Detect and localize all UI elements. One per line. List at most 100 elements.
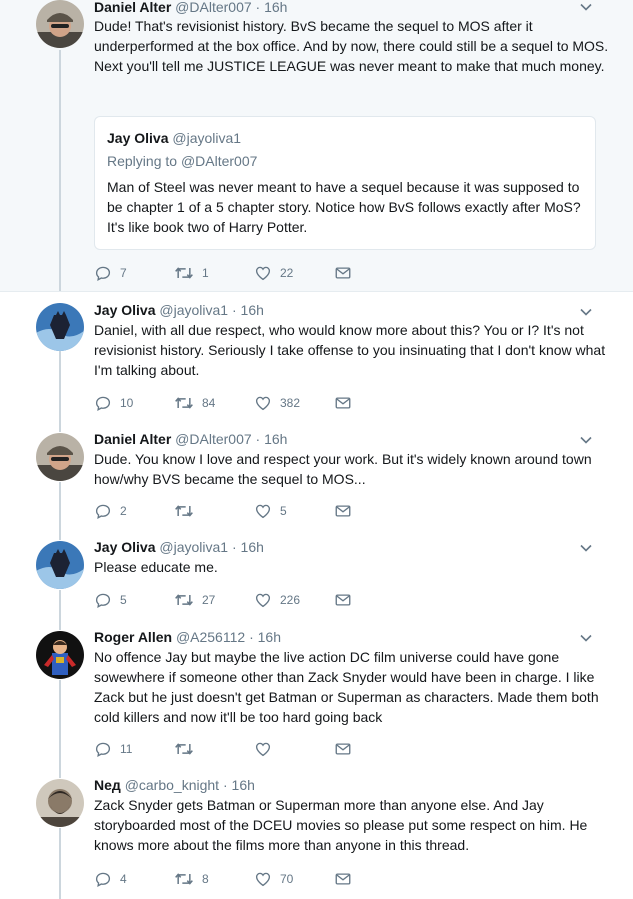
retweet-button[interactable] bbox=[174, 502, 254, 520]
caret-down-icon[interactable] bbox=[579, 305, 593, 319]
author-name[interactable]: Jay Oliva bbox=[94, 539, 156, 555]
author-name[interactable]: Jay Oliva bbox=[94, 302, 156, 318]
message-icon bbox=[335, 873, 351, 885]
retweet-icon bbox=[175, 743, 193, 755]
caret-down-icon[interactable] bbox=[579, 433, 593, 447]
tweet-actions: 11 bbox=[94, 739, 414, 759]
tweet-jay-oliva-1[interactable]: Jay Oliva @jayoliva1 · 16h Daniel, with … bbox=[0, 292, 633, 424]
author-name[interactable]: Daniel Alter bbox=[94, 431, 171, 447]
reply-count: 10 bbox=[120, 396, 134, 410]
reply-button[interactable]: 5 bbox=[94, 591, 174, 609]
quote-text: Man of Steel was never meant to have a s… bbox=[107, 179, 581, 235]
avatar[interactable] bbox=[36, 433, 84, 481]
thread-line bbox=[59, 482, 61, 532]
author-name[interactable]: Daniel Alter bbox=[94, 0, 171, 15]
like-button[interactable]: 226 bbox=[254, 591, 334, 609]
reply-count: 11 bbox=[120, 742, 133, 756]
like-count: 226 bbox=[280, 593, 301, 607]
reply-button[interactable]: 4 bbox=[94, 870, 174, 888]
tweet-text: No offence Jay but maybe the live action… bbox=[94, 649, 599, 725]
retweet-icon bbox=[175, 505, 193, 517]
author-name[interactable]: Neд bbox=[94, 777, 121, 793]
tweet-roger-allen[interactable]: Roger Allen @A256112 · 16h No offence Ja… bbox=[0, 620, 633, 770]
retweet-button[interactable]: 1 bbox=[174, 264, 254, 282]
message-icon bbox=[335, 594, 351, 606]
timestamp[interactable]: 16h bbox=[264, 431, 287, 447]
retweet-button[interactable]: 84 bbox=[174, 394, 254, 412]
author-name[interactable]: Roger Allen bbox=[94, 629, 172, 645]
quote-replying-to: Replying to @DAlter007 bbox=[107, 152, 257, 170]
timestamp[interactable]: 16h bbox=[258, 629, 281, 645]
author-handle[interactable]: @carbo_knight bbox=[125, 777, 219, 793]
tweet-actions: 2 5 bbox=[94, 501, 414, 521]
direct-message-button[interactable] bbox=[334, 740, 414, 758]
caret-down-icon[interactable] bbox=[579, 0, 593, 14]
message-icon bbox=[335, 397, 351, 409]
like-button[interactable] bbox=[254, 740, 334, 758]
timestamp[interactable]: 16h bbox=[241, 302, 264, 318]
avatar[interactable] bbox=[36, 0, 84, 48]
thread-line bbox=[59, 590, 61, 622]
avatar[interactable] bbox=[36, 631, 84, 679]
like-icon bbox=[255, 593, 271, 608]
direct-message-button[interactable] bbox=[334, 264, 414, 282]
separator-dot: · bbox=[255, 431, 261, 447]
thread-line bbox=[59, 680, 61, 770]
tweet-carbo-knight[interactable]: Neд @carbo_knight · 16h Zack Snyder gets… bbox=[0, 768, 633, 899]
retweet-icon bbox=[175, 594, 193, 606]
like-count: 382 bbox=[280, 396, 301, 410]
thread-line bbox=[59, 422, 61, 432]
reply-button[interactable]: 2 bbox=[94, 502, 174, 520]
reply-button[interactable]: 10 bbox=[94, 394, 174, 412]
retweet-button[interactable]: 8 bbox=[174, 870, 254, 888]
tweet-daniel-alter-2[interactable]: Daniel Alter @DAlter007 · 16h Dude. You … bbox=[0, 422, 633, 532]
retweet-button[interactable]: 27 bbox=[174, 591, 254, 609]
caret-down-icon[interactable] bbox=[579, 541, 593, 555]
tweet-jay-oliva-2[interactable]: Jay Oliva @jayoliva1 · 16h Please educat… bbox=[0, 530, 633, 622]
like-button[interactable]: 5 bbox=[254, 502, 334, 520]
like-icon bbox=[255, 266, 271, 281]
author-handle[interactable]: @A256112 bbox=[176, 629, 245, 645]
reply-count: 7 bbox=[120, 266, 127, 280]
quoted-tweet[interactable]: Jay Oliva @jayoliva1 Replying to @DAlter… bbox=[94, 116, 596, 250]
thread-line bbox=[59, 620, 61, 630]
timestamp[interactable]: 16h bbox=[232, 777, 255, 793]
direct-message-button[interactable] bbox=[334, 870, 414, 888]
like-count: 5 bbox=[280, 504, 287, 518]
like-count: 70 bbox=[280, 872, 294, 886]
tweet-header: Neд @carbo_knight · 16h bbox=[94, 776, 593, 794]
avatar[interactable] bbox=[36, 779, 84, 827]
retweet-icon bbox=[175, 267, 193, 279]
tweet-header: Jay Oliva @jayoliva1 · 16h bbox=[94, 301, 593, 319]
direct-message-button[interactable] bbox=[334, 394, 414, 412]
message-icon bbox=[335, 267, 351, 279]
tweet-actions: 4 8 70 bbox=[94, 869, 414, 889]
author-handle[interactable]: @DAlter007 bbox=[175, 431, 251, 447]
direct-message-button[interactable] bbox=[334, 591, 414, 609]
caret-down-icon[interactable] bbox=[579, 631, 593, 645]
message-icon bbox=[335, 743, 351, 755]
like-icon bbox=[255, 396, 271, 411]
avatar[interactable] bbox=[36, 303, 84, 351]
reply-button[interactable]: 11 bbox=[94, 740, 174, 758]
avatar[interactable] bbox=[36, 541, 84, 589]
like-button[interactable]: 22 bbox=[254, 264, 334, 282]
separator-dot: · bbox=[255, 0, 261, 15]
thread-line bbox=[59, 828, 61, 899]
retweet-count: 8 bbox=[202, 872, 209, 886]
timestamp[interactable]: 16h bbox=[241, 539, 264, 555]
replying-handle: @DAlter007 bbox=[180, 153, 258, 169]
tweet-text: Dude! That's revisionist history. BvS be… bbox=[94, 18, 609, 74]
reply-button[interactable]: 7 bbox=[94, 264, 174, 282]
author-handle[interactable]: @DAlter007 bbox=[175, 0, 251, 15]
timestamp[interactable]: 16h bbox=[264, 0, 287, 15]
retweet-button[interactable] bbox=[174, 740, 254, 758]
separator-dot: · bbox=[231, 302, 237, 318]
thread-line bbox=[59, 768, 61, 778]
like-button[interactable]: 70 bbox=[254, 870, 334, 888]
direct-message-button[interactable] bbox=[334, 502, 414, 520]
like-button[interactable]: 382 bbox=[254, 394, 334, 412]
author-handle[interactable]: @jayoliva1 bbox=[159, 302, 228, 318]
tweet-daniel-alter-1[interactable]: Daniel Alter @DAlter007 · 16h Dude! That… bbox=[0, 0, 633, 291]
author-handle[interactable]: @jayoliva1 bbox=[159, 539, 228, 555]
